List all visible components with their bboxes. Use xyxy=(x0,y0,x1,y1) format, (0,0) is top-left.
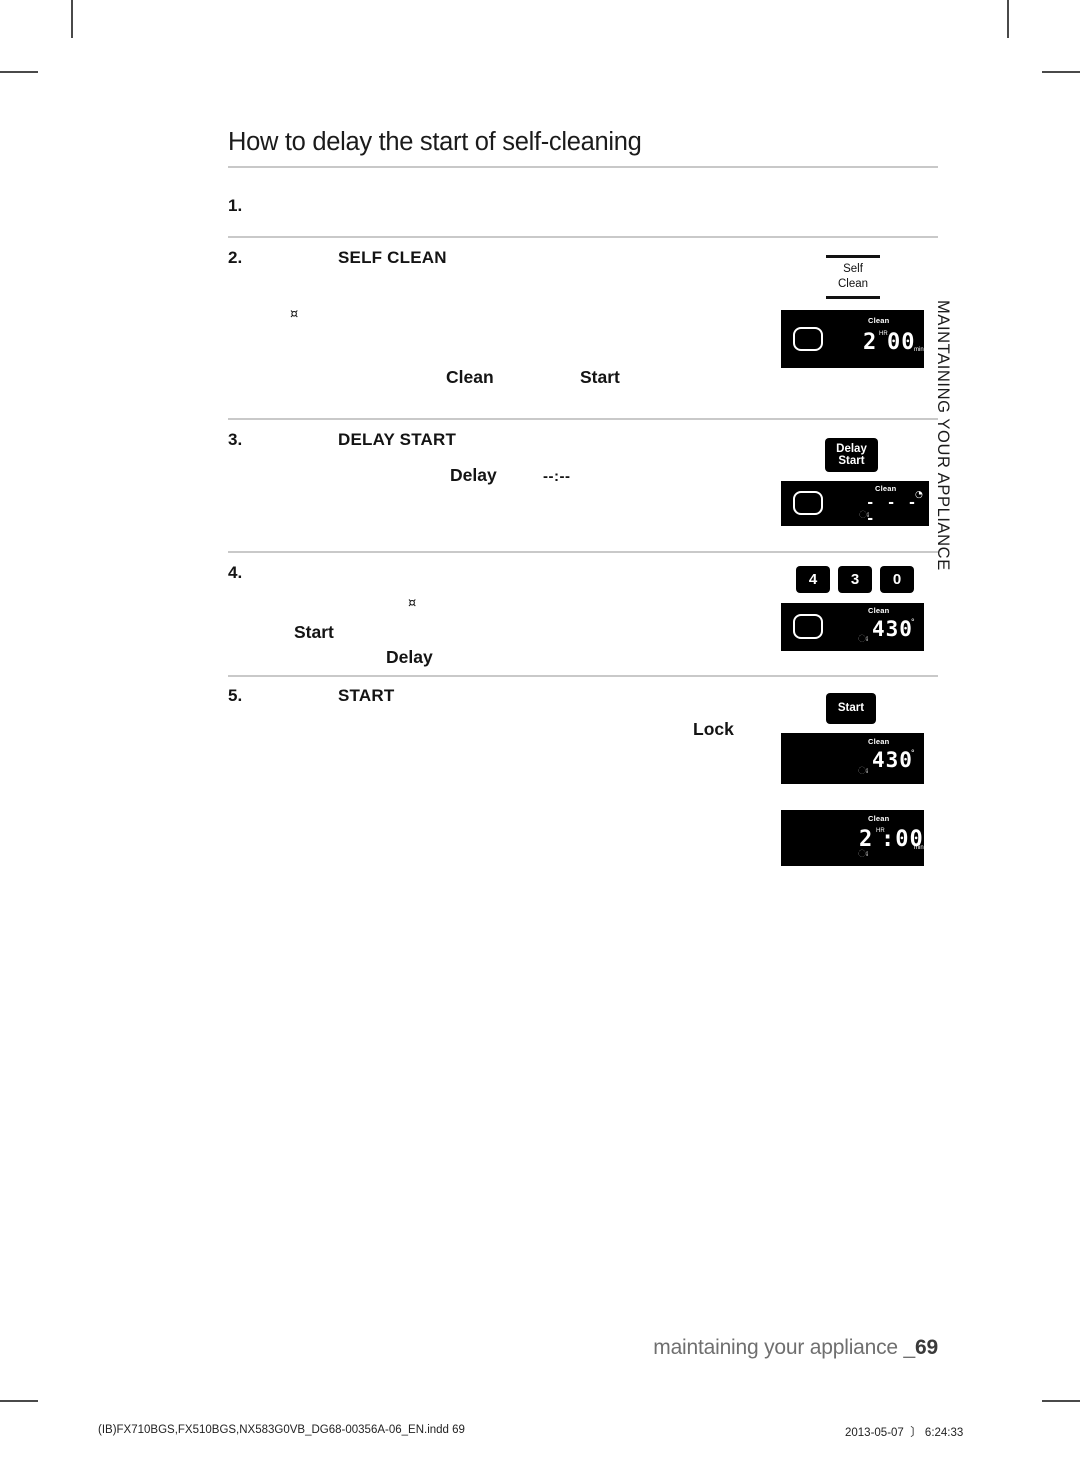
step-4-word-start: Start xyxy=(294,622,334,642)
step-3-divider xyxy=(228,551,938,553)
start-button[interactable]: Start xyxy=(826,693,876,724)
display-knob-icon xyxy=(793,327,823,351)
crop-mark-top-left xyxy=(71,0,73,38)
step-4-word-delay: Delay xyxy=(386,647,433,667)
footer-text: maintaining your appliance _ xyxy=(653,1336,916,1359)
display-label-clean: Clean xyxy=(868,606,890,615)
display-label-clean: Clean xyxy=(868,316,890,325)
lock-icon: ඃ xyxy=(858,634,869,645)
crop-mark-left-bottom xyxy=(0,1400,38,1402)
delay-start-button[interactable]: Delay Start xyxy=(825,438,878,472)
step-3-word-delay: Delay xyxy=(450,465,497,485)
delay-start-button-line1: Delay xyxy=(836,442,867,455)
step-1: 1. xyxy=(228,196,938,236)
print-time-glyph: 〕 xyxy=(910,1425,922,1439)
display-degree-symbol: ° xyxy=(911,617,915,627)
display-clean-430-locked: Clean 430 ° ඃ xyxy=(781,733,924,784)
lock-icon: ඃ xyxy=(859,510,870,521)
step-4-number: 4. xyxy=(228,563,243,582)
display-label-clean: Clean xyxy=(868,814,890,823)
step-5-word-lock: Lock xyxy=(693,719,734,739)
display-temp-value: 430 xyxy=(872,617,913,641)
step-5-heading: START xyxy=(338,686,395,705)
keypad-button-0[interactable]: 0 xyxy=(880,566,914,593)
bracket-label-line1: Self xyxy=(843,263,863,275)
crop-mark-left-top xyxy=(0,71,38,73)
bracket-label: Self Clean xyxy=(826,262,880,291)
lock-icon: ඃ xyxy=(858,849,869,860)
step-2-word-start: Start xyxy=(580,367,620,387)
lock-icon: ඃ xyxy=(858,766,869,777)
step-5-number: 5. xyxy=(228,686,243,705)
display-degree-symbol: ° xyxy=(911,748,915,758)
bracket-line-bottom xyxy=(826,296,880,299)
step-2-heading: SELF CLEAN xyxy=(338,248,447,267)
display-label-clean: Clean xyxy=(875,484,897,493)
display-clean-2hr-00min-locked: Clean 2 HR :00 min ඃ xyxy=(781,810,924,866)
step-2-word-clean: Clean xyxy=(446,367,494,387)
step-2-divider xyxy=(228,418,938,420)
keypad-button-4[interactable]: 4 xyxy=(796,566,830,593)
content-column: How to delay the start of self-cleaning xyxy=(228,128,938,168)
keypad-button-0-label: 0 xyxy=(892,571,902,588)
step-4-divider xyxy=(228,675,938,677)
step-4-bullet: ¤ xyxy=(408,596,417,611)
print-timestamp: 2013-05-07 〕 6:24:33 xyxy=(845,1424,963,1440)
display-unit-min: min xyxy=(914,845,924,851)
page-title: How to delay the start of self-cleaning xyxy=(228,128,642,156)
crop-mark-right-bottom xyxy=(1042,1400,1080,1402)
manual-page: How to delay the start of self-cleaning … xyxy=(0,0,1080,1472)
print-file-name: (IB)FX710BGS,FX510BGS,NX583G0VB_DG68-003… xyxy=(98,1424,465,1436)
print-time: 6:24:33 xyxy=(924,1427,964,1439)
footer-page-number: 69 xyxy=(915,1336,938,1359)
step-1-number: 1. xyxy=(228,196,243,215)
step-3-number: 3. xyxy=(228,430,243,449)
display-label-clean: Clean xyxy=(868,737,890,746)
display-knob-icon xyxy=(793,614,823,639)
display-temp-value: 430 xyxy=(872,748,913,772)
crop-mark-right-top xyxy=(1042,71,1080,73)
clock-icon: ◔ xyxy=(915,490,923,500)
bracket-line-top xyxy=(826,255,880,258)
footer-running-title: maintaining your appliance _69 xyxy=(0,1336,938,1360)
step-3-heading: DELAY START xyxy=(338,430,457,449)
step-1-divider xyxy=(228,236,938,238)
side-tab-chapter-label: MAINTAINING YOUR APPLIANCE xyxy=(934,300,952,571)
bracket-label-line2: Clean xyxy=(837,277,869,290)
print-date: 2013-05-07 xyxy=(845,1427,904,1439)
keypad-button-3[interactable]: 3 xyxy=(838,566,872,593)
display-unit-min: min xyxy=(914,347,924,353)
step-2-number: 2. xyxy=(228,248,243,267)
title-divider xyxy=(228,166,938,168)
keypad-button-4-label: 4 xyxy=(808,571,818,588)
start-button-label: Start xyxy=(837,702,865,715)
display-minutes-value: 00 xyxy=(887,330,916,355)
keypad-button-3-label: 3 xyxy=(850,571,860,588)
display-knob-icon xyxy=(793,491,823,515)
step-3-word-dashes: --:-- xyxy=(543,468,571,485)
display-clean-delay-dashes: Clean - - - - ◔ ඃ xyxy=(781,481,929,526)
display-clean-430: Clean 430 ° ඃ xyxy=(781,603,924,651)
display-clean-2hr-00min: Clean 2 HR 00 min xyxy=(781,310,924,368)
delay-start-button-line2: Start xyxy=(838,455,865,467)
crop-mark-top-right xyxy=(1007,0,1009,38)
display-hours-value: 2 xyxy=(863,330,878,355)
step-2-bullet: ¤ xyxy=(290,307,299,322)
